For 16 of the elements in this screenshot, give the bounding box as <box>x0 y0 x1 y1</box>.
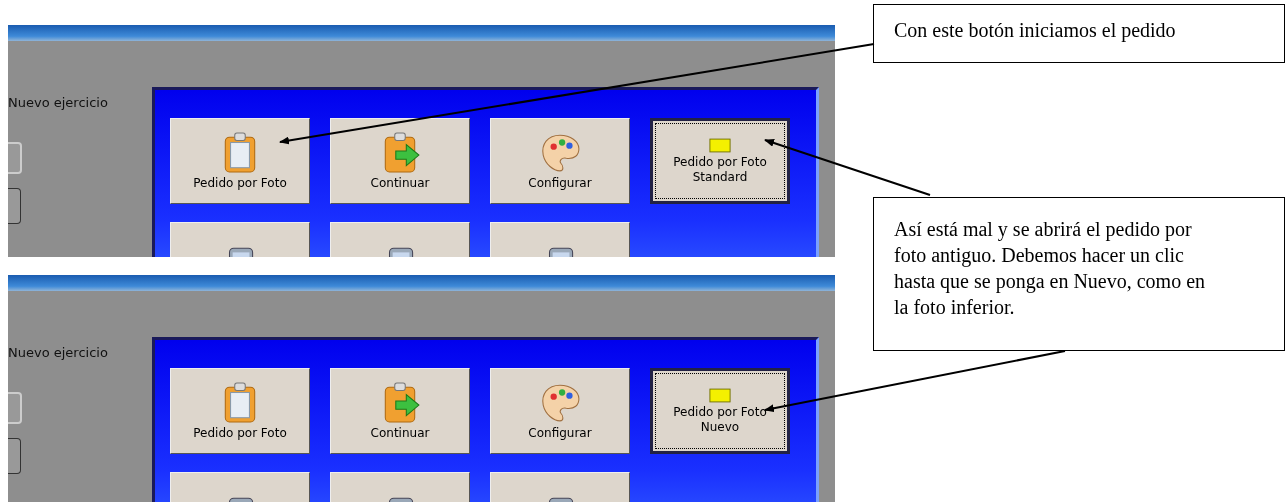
menu-button[interactable]: Pedido por Foto Standard <box>650 118 790 204</box>
menu-button[interactable]: Configurar <box>490 368 630 454</box>
card-icon <box>709 388 731 404</box>
callout-box: Con este botón iniciamos el pedido <box>873 4 1285 63</box>
field-label: Nuevo ejercicio <box>8 345 109 360</box>
menu-button[interactable]: Configurar <box>490 118 630 204</box>
menu-button[interactable]: Continuar <box>330 118 470 204</box>
menu-button[interactable]: Pedido por Foto <box>170 118 310 204</box>
menu-button[interactable]: Continuar <box>330 368 470 454</box>
menu-button[interactable]: Pedido por Foto <box>170 368 310 454</box>
menu-button[interactable]: Pedido por Foto Nuevo <box>650 368 790 454</box>
input-field[interactable] <box>8 438 21 474</box>
field-label: Nuevo ejercicio <box>8 95 109 110</box>
callout-box: Así está mal y se abrirá el pedido por foto antiguo. Debemos hacer un clic hasta que se ponga en Nuevo, como en la foto inferior. <box>873 197 1285 351</box>
input-field[interactable] <box>8 188 21 224</box>
card-icon <box>709 138 731 154</box>
